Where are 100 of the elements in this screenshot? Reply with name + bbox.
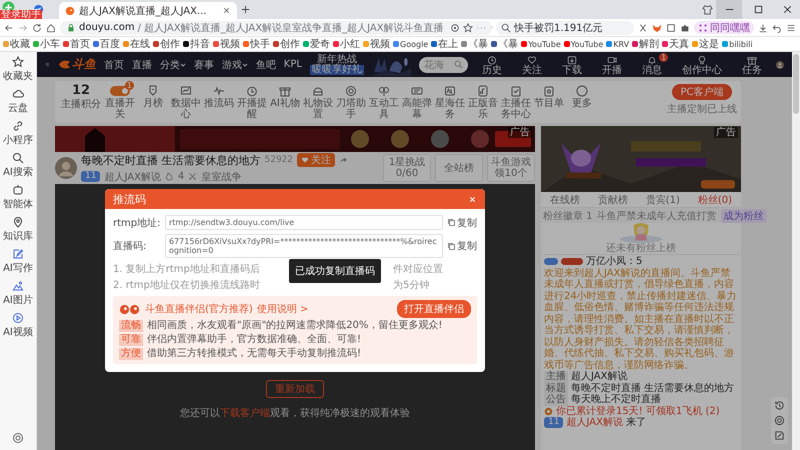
search-icon[interactable] [454, 60, 464, 69]
nav-link[interactable]: 赛事 [194, 58, 214, 72]
bookmark[interactable]: 解剖 [632, 37, 660, 51]
sidebar-item[interactable]: AI写作 [3, 248, 33, 275]
back-icon[interactable] [4, 22, 14, 32]
scissors-icon[interactable] [638, 22, 648, 32]
settings-icon[interactable] [12, 432, 24, 444]
input-field[interactable]: 677156rD6XiVsuXx?dyPRI=******************************%&roirecognition=0 [165, 234, 443, 258]
ranking-tab[interactable]: 在线榜 [550, 192, 580, 206]
header-action[interactable]: 历史 [476, 53, 508, 76]
browser-tab[interactable]: 超人JAX解说直播_超人JAX... [59, 2, 238, 19]
bookmark[interactable]: 小车 [33, 37, 60, 51]
toolbar-item[interactable]: 更多 [566, 84, 598, 109]
ranking-tab[interactable]: 贡献榜 [598, 192, 628, 206]
address-bar[interactable]: douyu.com / 超人JAX解说直播_超人JAX解说皇室战争直播_超人JAX解说斗鱼直播 [60, 20, 492, 34]
reload-icon[interactable] [32, 22, 42, 32]
bookmark[interactable]: 视频 [363, 37, 390, 51]
nav-link[interactable]: 首页 [104, 58, 124, 72]
nav-link[interactable]: KPL [284, 59, 302, 70]
toolbar-item[interactable]: 星海任务 [434, 84, 466, 120]
input-field[interactable]: rtmp://sendtw3.douyu.com/live [165, 215, 443, 230]
star-icon[interactable] [462, 22, 473, 32]
toolbar-item[interactable]: 直播开关 1 [104, 84, 136, 120]
bookmark[interactable]: KRV [606, 40, 630, 48]
target-icon[interactable] [450, 22, 460, 32]
toolbar-item[interactable]: 节目单 [533, 84, 565, 109]
bookmark[interactable]: 小红 [333, 37, 360, 51]
history-icon[interactable] [774, 400, 785, 411]
fox-icon[interactable] [652, 22, 662, 32]
nav-link[interactable]: 游戏 [222, 58, 248, 72]
bookmark[interactable]: 视频 [213, 37, 240, 51]
avatar[interactable] [55, 157, 77, 179]
share-icon[interactable] [339, 156, 348, 164]
stat-button[interactable]: 全站榜 [435, 154, 483, 182]
sidebar-item[interactable]: 智能体 [3, 184, 33, 211]
download-icon[interactable] [758, 22, 768, 32]
sidebar-item[interactable]: 小程序 [3, 120, 33, 147]
sidebar-item[interactable]: AI搜索 [3, 152, 33, 179]
home-icon[interactable] [46, 22, 56, 32]
header-action[interactable]: 关注 [516, 53, 548, 76]
toolbar-item[interactable]: 正版音乐 [467, 84, 499, 120]
open-companion-button[interactable]: 打开直播伴侣 [397, 300, 471, 318]
toolbar-item[interactable]: 礼物设置 [302, 84, 334, 120]
copy-link[interactable]: 复制 [447, 216, 477, 230]
ranking-tab[interactable]: 贵宾(1) [646, 192, 680, 206]
bookmark[interactable]: YouTube [521, 40, 561, 48]
bookmark[interactable]: 创作 [273, 37, 300, 51]
close-icon[interactable] [222, 6, 232, 15]
puzzle-icon[interactable] [680, 22, 690, 32]
stat-button[interactable]: 斗鱼游戏 领10个 [487, 154, 535, 182]
search-field[interactable]: 快手被罚1.191亿元 [496, 20, 634, 34]
undo-icon[interactable] [772, 22, 782, 32]
points-label[interactable]: 主播积分 [61, 97, 101, 111]
copy-link[interactable]: 复制 [447, 239, 477, 253]
toolbar-item[interactable]: AI礼物 [269, 84, 301, 109]
toolbar-item[interactable]: 开播提醒 [236, 84, 268, 120]
bookmark[interactable]: 在线 [123, 37, 150, 51]
bookmark[interactable]: 创作 [153, 37, 180, 51]
edit-icon[interactable] [774, 430, 785, 441]
bookmark[interactable]: 首页 [63, 37, 90, 51]
promo-title[interactable]: 新年热战 [316, 54, 357, 64]
bookmark[interactable]: 这是 [692, 37, 720, 51]
header-action[interactable]: 任务 [736, 53, 768, 76]
close-icon[interactable] [782, 4, 792, 15]
nav-link[interactable]: 直播 [132, 58, 152, 72]
nav-link[interactable]: 鱼吧 [256, 58, 276, 72]
bookmark[interactable]: 快手 [243, 37, 270, 51]
window-icon[interactable] [666, 22, 676, 32]
toolbar-item[interactable]: 高能弹幕 [401, 84, 433, 120]
header-action[interactable]: 创作中心 [676, 53, 728, 76]
plus-icon[interactable] [240, 4, 252, 15]
scrollbar-thumb[interactable] [793, 54, 799, 114]
bookmark[interactable]: 在上 [431, 37, 458, 51]
bookmark[interactable]: 《暴 [461, 37, 488, 51]
sidebar-item[interactable]: AI图片 [3, 280, 33, 307]
header-action[interactable]: 开播 [596, 53, 628, 76]
bookmark[interactable]: 抖音 [183, 37, 210, 51]
maximize-icon[interactable] [752, 4, 764, 15]
toolbar-item[interactable]: 互动工具 [368, 84, 400, 120]
bookmark[interactable]: 《暴 [491, 37, 518, 51]
toolbar-item[interactable]: 推流码 [203, 84, 235, 109]
shirt-icon[interactable] [702, 4, 713, 15]
nav-link[interactable]: 分类 [160, 58, 186, 72]
bookmark[interactable]: 收藏 [3, 37, 30, 51]
sidebar-item[interactable]: 收藏夹 [3, 56, 33, 83]
live-switch[interactable] [110, 86, 130, 96]
sidebar-item[interactable]: 云盘 [8, 88, 28, 115]
bookmark[interactable]: 爱奇 [303, 37, 330, 51]
toolbar-item[interactable]: 数据中心 [170, 84, 202, 120]
bookmark[interactable]: 天真 [662, 37, 690, 51]
bookmark[interactable]: YouTube [564, 40, 604, 48]
login-badge[interactable]: 登录助手 [0, 10, 42, 19]
promo-label[interactable]: 暖暖享好礼 [310, 64, 364, 74]
sidebar-item[interactable]: 知识库 [3, 216, 33, 243]
target-icon[interactable] [774, 415, 785, 426]
toolbar-item[interactable]: 刀塔助手 [335, 84, 367, 120]
bookmark[interactable]: bilibili [722, 40, 753, 48]
profile-button[interactable]: 同同嘿嘿 [694, 21, 754, 34]
header-action[interactable]: 下载 [556, 53, 588, 76]
sidebar-item[interactable]: AI视频 [3, 312, 33, 339]
